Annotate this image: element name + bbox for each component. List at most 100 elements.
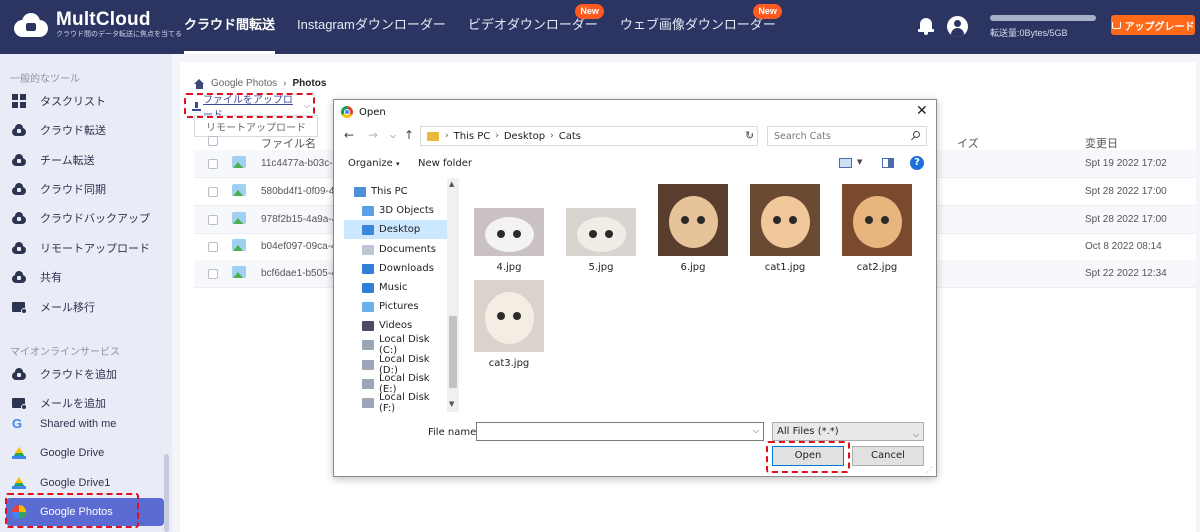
- tree-item-documents[interactable]: Documents: [344, 240, 448, 259]
- column-name[interactable]: ファイル名: [261, 135, 316, 151]
- tree-item-pictures[interactable]: Pictures: [344, 297, 448, 316]
- file-tile[interactable]: 5.jpg: [558, 180, 644, 273]
- sidebar-item-cloud-sync[interactable]: クラウド同期: [0, 175, 172, 203]
- cloud-backup-icon: [12, 211, 26, 225]
- column-modified[interactable]: 変更日: [1085, 135, 1118, 151]
- open-file-dialog: Open ✕ ← → ⌵ ↑ › This PC › Desktop › Cat…: [333, 99, 937, 477]
- row-checkbox[interactable]: [208, 242, 218, 252]
- sidebar-item-label: クラウド転送: [40, 125, 106, 137]
- dialog-title-bar[interactable]: Open ✕: [334, 100, 936, 125]
- sidebar-item-add-cloud[interactable]: クラウドを追加: [0, 360, 172, 388]
- forward-arrow-icon[interactable]: →: [368, 128, 378, 142]
- view-options-icon[interactable]: [839, 158, 852, 168]
- sidebar-item-team-transfer[interactable]: チーム転送: [0, 146, 172, 174]
- home-icon[interactable]: [194, 78, 205, 89]
- new-folder-button[interactable]: New folder: [418, 158, 472, 169]
- user-avatar-icon[interactable]: [947, 16, 968, 37]
- multcloud-logo[interactable]: MultCloud クラウド間のデータ転送に焦点を当てる: [12, 10, 182, 40]
- column-size[interactable]: イズ: [957, 135, 979, 151]
- refresh-icon[interactable]: ↻: [745, 129, 754, 142]
- file-tile[interactable]: cat1.jpg: [742, 180, 828, 273]
- file-tile[interactable]: 6.jpg: [650, 180, 736, 273]
- back-arrow-icon[interactable]: ←: [344, 128, 354, 142]
- tree-item-local-disk-d[interactable]: Local Disk (D:): [344, 354, 448, 376]
- nav-cloud-transfer[interactable]: クラウド間転送: [184, 0, 276, 54]
- close-icon[interactable]: ✕: [916, 104, 928, 118]
- up-arrow-icon[interactable]: ↑: [404, 128, 414, 142]
- scroll-down-icon[interactable]: ▼: [449, 400, 454, 408]
- caret-down-icon[interactable]: ▼: [857, 158, 862, 166]
- cat-thumbnail: [474, 280, 544, 352]
- nav-item-label: ビデオダウンローダー: [467, 17, 598, 32]
- tree-item-this-pc[interactable]: This PC: [344, 182, 448, 201]
- path-this-pc[interactable]: This PC: [454, 131, 491, 142]
- preview-pane-icon[interactable]: [882, 158, 894, 168]
- nav-video-downloader[interactable]: ビデオダウンローダー New: [467, 0, 604, 54]
- tree-item-local-disk-e[interactable]: Local Disk (E:): [344, 373, 448, 395]
- nav-web-image-downloader[interactable]: ウェブ画像ダウンローダー New: [620, 0, 782, 54]
- music-icon: [362, 282, 374, 293]
- tree-item-3d-objects[interactable]: 3D Objects: [344, 201, 448, 220]
- resize-grip-icon[interactable]: ⋰: [926, 466, 933, 474]
- chevron-down-icon: ⌵: [912, 430, 919, 439]
- recent-locations-chevron-icon[interactable]: ⌵: [390, 131, 396, 141]
- tree-item-local-disk-c[interactable]: Local Disk (C:): [344, 334, 448, 356]
- dialog-toolbar: Organize ▾ New folder ▼ ?: [334, 152, 936, 174]
- row-checkbox[interactable]: [208, 159, 218, 169]
- file-date: Spt 19 2022 17:02: [1085, 158, 1167, 169]
- path-cats[interactable]: Cats: [559, 131, 581, 142]
- cat-thumbnail: [842, 184, 912, 256]
- tree-item-local-disk-f[interactable]: Local Disk (F:): [344, 392, 448, 414]
- cancel-button[interactable]: Cancel: [852, 446, 924, 466]
- highlight-upload-button: [184, 93, 315, 118]
- row-checkbox[interactable]: [208, 187, 218, 197]
- chevron-down-icon[interactable]: ⌵: [753, 426, 759, 436]
- row-checkbox[interactable]: [208, 269, 218, 279]
- sidebar-item-share[interactable]: 共有: [0, 263, 172, 291]
- sidebar-item-google-drive[interactable]: Google Drive: [0, 439, 172, 467]
- file-tile-label: 4.jpg: [496, 262, 522, 273]
- sidebar-item-remote-upload[interactable]: リモートアップロード: [0, 234, 172, 262]
- sidebar-item-label: タスクリスト: [40, 96, 106, 108]
- select-all-checkbox[interactable]: [208, 136, 218, 146]
- scrollbar-thumb[interactable]: [449, 316, 457, 388]
- file-tile[interactable]: 4.jpg: [466, 180, 552, 273]
- file-name-input[interactable]: ⌵: [476, 422, 764, 441]
- sidebar-item-task-list[interactable]: タスクリスト: [0, 87, 172, 115]
- file-tile[interactable]: cat2.jpg: [834, 180, 920, 273]
- bell-icon[interactable]: [918, 17, 934, 35]
- breadcrumb-google-photos[interactable]: Google Photos: [211, 78, 277, 89]
- brand-tagline: クラウド間のデータ転送に焦点を当てる: [56, 31, 182, 38]
- navigation-scrollbar[interactable]: ▲ ▼: [447, 178, 459, 412]
- row-checkbox[interactable]: [208, 215, 218, 225]
- help-icon[interactable]: ?: [910, 156, 924, 170]
- breadcrumb: Google Photos › Photos: [194, 78, 326, 89]
- sidebar-item-cloud-transfer[interactable]: クラウド転送: [0, 116, 172, 144]
- tree-item-music[interactable]: Music: [344, 278, 448, 297]
- address-bar[interactable]: › This PC › Desktop › Cats ⌵: [420, 126, 758, 146]
- tree-item-label: This PC: [371, 186, 408, 197]
- sidebar-item-cloud-backup[interactable]: クラウドバックアップ: [0, 204, 172, 232]
- sidebar-item-mail-migration[interactable]: メール移行: [0, 293, 172, 321]
- organize-button[interactable]: Organize ▾: [348, 158, 400, 169]
- upgrade-button[interactable]: アップグレード: [1111, 15, 1195, 35]
- tree-item-desktop[interactable]: Desktop: [344, 220, 448, 239]
- file-tile[interactable]: cat3.jpg: [466, 280, 552, 369]
- sidebar-item-label: メール移行: [40, 302, 95, 314]
- add-cloud-icon: [12, 367, 26, 381]
- sidebar-item-shared-with-me[interactable]: G Shared with me: [0, 410, 172, 438]
- image-file-icon: [232, 266, 246, 278]
- tree-item-label: Music: [379, 282, 408, 293]
- nav-item-label: クラウド間転送: [184, 17, 276, 32]
- sidebar-item-label: メールを追加: [40, 398, 106, 410]
- highlight-open-button: [766, 441, 850, 473]
- tree-item-downloads[interactable]: Downloads: [344, 259, 448, 278]
- sidebar-scrollbar[interactable]: [164, 454, 169, 532]
- nav-instagram-downloader[interactable]: Instagramダウンローダー: [297, 0, 446, 54]
- tree-item-label: Pictures: [379, 301, 419, 312]
- file-type-select[interactable]: All Files (*.*) ⌵: [772, 422, 924, 441]
- search-input[interactable]: Search Cats: [767, 126, 927, 146]
- scroll-up-icon[interactable]: ▲: [449, 180, 454, 188]
- tree-item-videos[interactable]: Videos: [344, 316, 448, 335]
- path-desktop[interactable]: Desktop: [504, 131, 545, 142]
